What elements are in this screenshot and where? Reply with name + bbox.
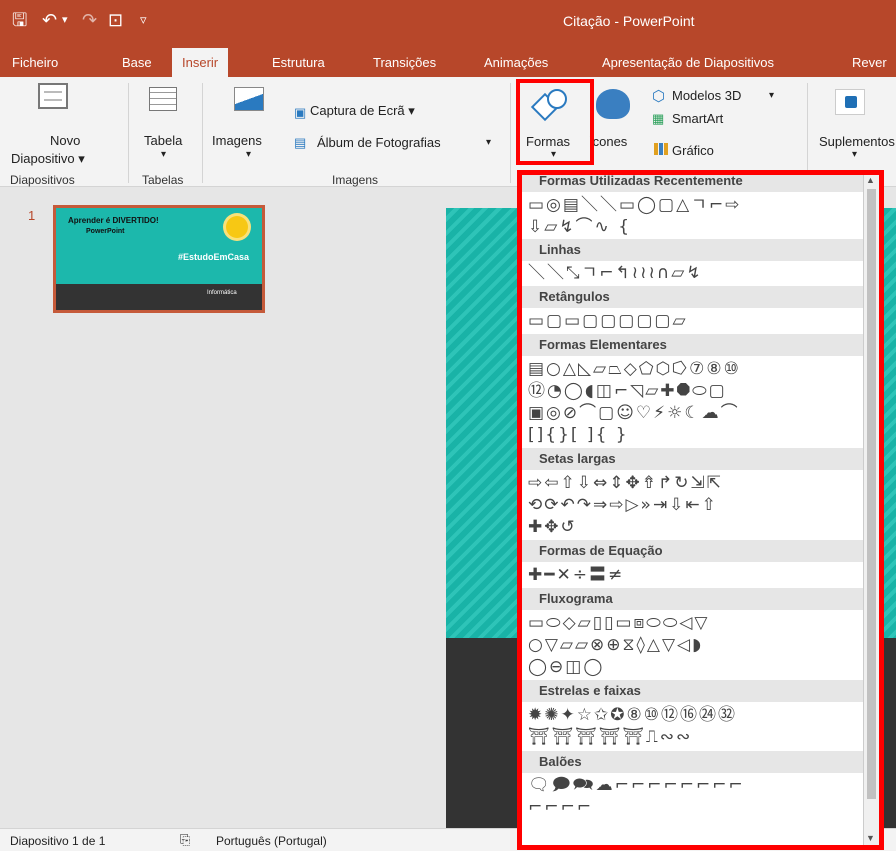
- smartart-button[interactable]: SmartArt: [672, 111, 723, 126]
- section-stars-header: Estrelas e faixas: [522, 680, 868, 702]
- tab-base[interactable]: Base: [122, 55, 152, 70]
- save-icon[interactable]: 🖫: [12, 10, 27, 30]
- shapes-row[interactable]: ⇨⇦⇧⇩⇔⇕✥⇮↱↻⇲⇱: [528, 473, 868, 493]
- thumbnail-subtitle: PowerPoint: [86, 228, 125, 235]
- add-ins-dropdown-icon[interactable]: ▾: [852, 149, 857, 160]
- thumbnail-title: Aprender é DIVERTIDO!: [68, 216, 159, 225]
- shapes-row[interactable]: ⑫◔◯◖◫⌐◹▱✚⯃⬭▢: [528, 381, 868, 401]
- shapes-row[interactable]: ▤○△◺▱⏢◇⬠⬡⭔⑦⑧⑩: [528, 359, 868, 379]
- shapes-highlight-box: [516, 79, 594, 165]
- icons-label[interactable]: Ícones: [589, 134, 627, 149]
- thumbnail-hashtag: #EstudoEmCasa: [178, 252, 250, 262]
- section-callouts-header: Balões: [522, 751, 868, 773]
- shapes-row[interactable]: ＼＼⤡ㄱ⌐↰≀≀≀∩▱↯: [528, 263, 868, 283]
- shapes-row[interactable]: ▣◎⊘⌒▢☺♡⚡☼☾☁⌒: [528, 403, 868, 423]
- sun-icon: [226, 216, 248, 238]
- new-slide-icon[interactable]: [38, 83, 68, 109]
- tab-rever[interactable]: Rever: [852, 55, 887, 70]
- section-flowchart-header: Fluxograma: [522, 588, 868, 610]
- tab-apresentacao[interactable]: Apresentação de Diapositivos: [602, 55, 774, 70]
- ribbon-tabs: Ficheiro Base Inserir Estrutura Transiçõ…: [0, 44, 896, 77]
- shapes-row[interactable]: ✚━✕÷〓≠: [528, 565, 868, 585]
- section-block-arrows-header: Setas largas: [522, 448, 868, 470]
- chart-icon[interactable]: [654, 143, 668, 155]
- undo-dropdown-icon[interactable]: ▾: [62, 10, 68, 30]
- tab-animacoes[interactable]: Animações: [484, 55, 548, 70]
- icons-icon[interactable]: [596, 89, 630, 119]
- ribbon-separator: [128, 83, 129, 183]
- new-slide-label[interactable]: Novo: [50, 133, 80, 148]
- photo-album-dropdown-icon[interactable]: ▾: [486, 137, 491, 148]
- images-icon[interactable]: [234, 87, 264, 111]
- present-icon[interactable]: ⊡: [108, 10, 123, 30]
- shapes-row[interactable]: ⛩⛩⛩⛩⛩⎍∾∾: [528, 727, 868, 747]
- title-bar: 🖫 ↶ ▾ ↷ ⊡ ▿ Citação - PowerPoint: [0, 0, 896, 44]
- notes-icon[interactable]: ⎘: [180, 832, 190, 848]
- section-recent-header: Formas Utilizadas Recentemente: [522, 175, 868, 192]
- customize-toolbar-icon[interactable]: ▿: [140, 10, 147, 30]
- section-rectangles-header: Retângulos: [522, 286, 868, 308]
- scrollbar-thumb[interactable]: [867, 189, 876, 799]
- photo-album-icon[interactable]: ▤: [294, 135, 306, 151]
- tab-estrutura[interactable]: Estrutura: [272, 55, 325, 70]
- 3d-models-icon[interactable]: ⬡: [652, 87, 665, 105]
- ribbon-separator: [202, 83, 203, 183]
- slide-thumbnails-pane: 1 Aprender é DIVERTIDO! PowerPoint #Estu…: [0, 188, 291, 828]
- shapes-row[interactable]: ▭▢▭▢▢▢▢▢▱: [528, 311, 868, 331]
- ribbon-separator: [510, 83, 511, 183]
- shapes-row[interactable]: 🗨🗩🗪☁⌐⌐⌐⌐⌐⌐⌐⌐: [528, 775, 868, 795]
- group-label-diapositivos: Diapositivos: [10, 173, 75, 187]
- chart-button[interactable]: Gráfico: [672, 143, 714, 158]
- section-lines-header: Linhas: [522, 239, 868, 261]
- images-dropdown-icon[interactable]: ▾: [246, 149, 251, 160]
- tab-ficheiro[interactable]: Ficheiro: [12, 55, 58, 70]
- section-equation-header: Formas de Equação: [522, 540, 868, 562]
- shapes-row[interactable]: ✚✥↺: [528, 517, 868, 537]
- slide-counter: Diapositivo 1 de 1: [10, 834, 106, 848]
- photo-album-button[interactable]: Álbum de Fotografias: [317, 135, 441, 150]
- shapes-row[interactable]: ◯⊖◫◯: [528, 657, 868, 677]
- shapes-row[interactable]: ▭◎▤＼＼▭◯▢△ㄱ⌐⇨: [528, 195, 868, 215]
- shapes-row[interactable]: ⟲⟳↶↷⇒⇨▷»⇥⇩⇤⇧: [528, 495, 868, 515]
- 3d-models-button[interactable]: Modelos 3D: [672, 88, 741, 103]
- new-slide-dropdown[interactable]: Diapositivo ▾: [11, 151, 85, 167]
- shapes-row[interactable]: ○▽▱▱⊗⊕⧖◊△▽◁◗: [528, 635, 868, 655]
- images-label[interactable]: Imagens: [212, 133, 262, 148]
- scroll-down-icon[interactable]: ▼: [866, 833, 875, 843]
- add-ins-icon[interactable]: [835, 89, 865, 115]
- tab-transicoes[interactable]: Transições: [373, 55, 436, 70]
- table-icon[interactable]: [149, 87, 177, 111]
- shapes-row[interactable]: ✹✺✦☆✩✪⑧⑩⑫⑯㉔㉜: [528, 705, 868, 725]
- group-label-tabelas: Tabelas: [142, 173, 184, 187]
- add-ins-label[interactable]: Suplementos: [819, 134, 895, 149]
- redo-icon[interactable]: ↷: [82, 10, 97, 30]
- thumbnail-footer: Informática: [207, 290, 237, 296]
- language-indicator[interactable]: Português (Portugal): [216, 834, 327, 848]
- scroll-up-icon[interactable]: ▲: [866, 175, 875, 185]
- gallery-scrollbar[interactable]: ▲ ▼: [863, 175, 879, 845]
- window-title: Citação - PowerPoint: [563, 13, 695, 29]
- shapes-row[interactable]: ▭⬭◇▱▯▯▭⧈⬭⬭◁▽: [528, 613, 868, 633]
- group-label-imagens: Imagens: [332, 173, 379, 187]
- section-basic-shapes-header: Formas Elementares: [522, 334, 868, 356]
- screenshot-icon[interactable]: ▣: [294, 105, 306, 121]
- table-dropdown-icon[interactable]: ▾: [161, 149, 166, 160]
- ribbon-separator: [807, 83, 808, 183]
- smartart-icon[interactable]: ▦: [652, 111, 664, 127]
- thumbnail-dark-band: [56, 284, 262, 310]
- slide-thumbnail[interactable]: Aprender é DIVERTIDO! PowerPoint #Estudo…: [53, 205, 265, 313]
- 3d-models-dropdown-icon[interactable]: ▾: [769, 90, 774, 101]
- undo-icon[interactable]: ↶: [42, 10, 57, 30]
- slide-number: 1: [28, 208, 36, 223]
- table-label[interactable]: Tabela: [144, 133, 182, 148]
- shapes-row[interactable]: ⇩▱↯⌒∿ {: [528, 217, 868, 237]
- shapes-row[interactable]: []{}[ ]{ }: [528, 425, 868, 445]
- screenshot-button[interactable]: Captura de Ecrã ▾: [310, 103, 415, 119]
- tab-inserir[interactable]: Inserir: [172, 48, 229, 77]
- shapes-row[interactable]: ⌐⌐⌐⌐: [528, 797, 868, 817]
- shapes-gallery[interactable]: Formas Utilizadas Recentemente ▭◎▤＼＼▭◯▢△…: [517, 170, 884, 850]
